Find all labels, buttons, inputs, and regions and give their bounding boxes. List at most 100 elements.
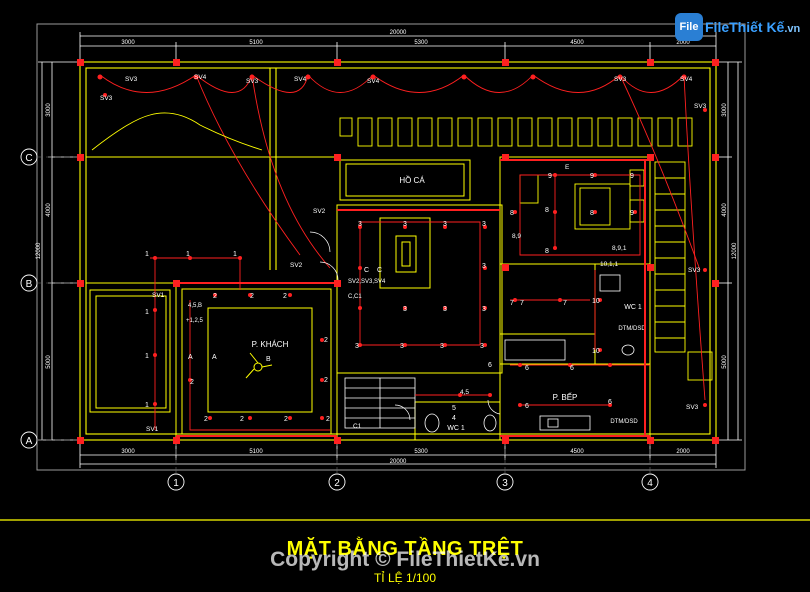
circuit-2c: 2 <box>283 293 287 300</box>
circuit-3a: 3 <box>358 221 362 228</box>
bench-pattern <box>339 117 693 147</box>
circuit-8a: 8 <box>510 210 514 217</box>
circuit-3h: 3 <box>482 306 486 313</box>
circuit-2h: 2 <box>240 416 244 423</box>
circuit-1c: 1 <box>233 251 237 258</box>
switch-label-1011: 10,1,1 <box>600 261 618 268</box>
axis-row-c: C <box>25 153 32 164</box>
switch-label-c1: C1 <box>353 423 362 430</box>
dim-left-span-2: 4000 <box>46 203 52 217</box>
circuit-3d: 3 <box>482 221 486 228</box>
red-walls <box>176 159 650 437</box>
dim-top-overall: 20000 <box>390 30 407 36</box>
logo-badge: File <box>675 13 703 41</box>
floor-plan-drawing: 20000 3000 5100 5300 4500 2000 3000 5100… <box>0 23 810 521</box>
kitchen-counter <box>504 339 591 431</box>
dim-right-span-3: 5000 <box>722 355 728 369</box>
circuit-8c: 8 <box>590 210 594 217</box>
left-dimensions <box>38 61 80 441</box>
circuit-3i: 3 <box>355 343 359 350</box>
circuit-7b: 7 <box>520 300 524 307</box>
site-logo: File FileThiết Kế.vn <box>675 10 807 44</box>
circuit-4: 4 <box>452 415 456 422</box>
circuit-6d: 6 <box>525 403 529 410</box>
circuit-2i: 2 <box>284 416 288 423</box>
circuit-2b: 2 <box>250 293 254 300</box>
axis-col-3: 3 <box>502 478 508 489</box>
circuit-7a: 7 <box>510 300 514 307</box>
circuit-2j: 2 <box>326 416 330 423</box>
yellow-cable <box>91 112 263 151</box>
dim-bottom-span-5: 2000 <box>676 449 690 455</box>
watermark-text: Copyright © FileThietKe.vn <box>270 548 540 571</box>
circuit-10b: 10 <box>592 348 600 355</box>
circuit-10a: 10 <box>592 298 600 305</box>
circuit-9c: 9 <box>630 173 634 180</box>
dim-right-overall: 12000 <box>732 242 738 259</box>
switch-label-c2: C <box>377 267 382 274</box>
circuit-1b: 1 <box>186 251 190 258</box>
circuit-2g: 2 <box>204 416 208 423</box>
circuit-2f: 2 <box>190 379 194 386</box>
switch-label-cc1: C,C1 <box>348 294 362 300</box>
circuit-9d: 9 <box>630 210 634 217</box>
switch-label-45: 4,5 <box>460 389 469 396</box>
circuit-2a: 2 <box>213 293 217 300</box>
room-wc1: WC 1 <box>447 425 465 432</box>
dim-top-span-1: 3000 <box>121 40 135 46</box>
circuit-3e: 3 <box>482 263 486 270</box>
circuit-1e: 1 <box>145 353 149 360</box>
switch-label-sv3-right-bot: SV3 <box>686 404 699 411</box>
doors <box>309 231 501 421</box>
circuit-1a: 1 <box>145 251 149 258</box>
circuit-8d: 8 <box>545 248 549 255</box>
switch-label-c: C <box>364 267 369 274</box>
switch-label-sv1-top: SV1 <box>152 292 165 299</box>
dim-bottom-overall: 20000 <box>390 459 407 465</box>
drawing-scale: TỈ LỆ 1/100 <box>373 571 437 585</box>
switch-label-top-3: SV3 <box>246 78 259 85</box>
dim-right-span-1: 3000 <box>722 103 728 117</box>
top-dimensions <box>79 32 717 60</box>
logo-domain: .vn <box>784 23 801 35</box>
switch-label-a: A <box>188 354 193 361</box>
circuit-6a: 6 <box>488 362 492 369</box>
dim-top-span-3: 5300 <box>414 40 428 46</box>
axis-row-b: B <box>26 279 33 290</box>
label-dtm-1: DTM/DSD <box>618 326 646 332</box>
axis-col-2: 2 <box>334 478 340 489</box>
room-ho-ca: HỒ CÁ <box>399 175 425 185</box>
switch-label-group: SV2,SV3,SV4 <box>348 279 386 285</box>
switch-label-top-4: SV4 <box>294 76 307 83</box>
circuit-7c: 7 <box>563 300 567 307</box>
switch-label-top-7: SV4 <box>680 76 693 83</box>
circuit-5: 5 <box>452 405 456 412</box>
circuit-6c: 6 <box>570 365 574 372</box>
circuit-2e: 2 <box>324 377 328 384</box>
switch-label-sv3-left: SV3 <box>100 95 113 102</box>
switch-label-sv2-b: SV2 <box>290 262 303 269</box>
dim-left-span-3: 5000 <box>46 355 52 369</box>
circuit-3g: 3 <box>443 306 447 313</box>
switch-label-891: 8,9,1 <box>612 245 627 252</box>
circuit-3f: 3 <box>403 306 407 313</box>
wc-fixtures <box>424 274 635 433</box>
switch-label-ab: 4,5,B <box>188 303 202 309</box>
circuit-8b: 8 <box>545 207 549 214</box>
switch-label-89: 8,9 <box>512 233 521 240</box>
room-p-khach: P. KHÁCH <box>252 340 289 349</box>
dim-top-span-2: 5100 <box>249 40 263 46</box>
circuit-3c: 3 <box>443 221 447 228</box>
switch-label-b: B <box>266 356 271 363</box>
dim-bottom-span-3: 5300 <box>414 449 428 455</box>
dim-bottom-span-4: 4500 <box>570 449 584 455</box>
switch-label-sv3-right-top: SV3 <box>694 103 707 110</box>
room-wc1-right: WC 1 <box>624 304 642 311</box>
axis-col-4: 4 <box>647 478 653 489</box>
room-p-bep: P. BẾP <box>553 392 578 402</box>
switch-label-e: E <box>565 164 570 171</box>
switch-label-top-2: SV4 <box>194 74 207 81</box>
dim-top-span-4: 4500 <box>570 40 584 46</box>
label-dtm-2: DTM/DSD <box>610 419 638 425</box>
switch-label-top-5: SV4 <box>367 78 380 85</box>
